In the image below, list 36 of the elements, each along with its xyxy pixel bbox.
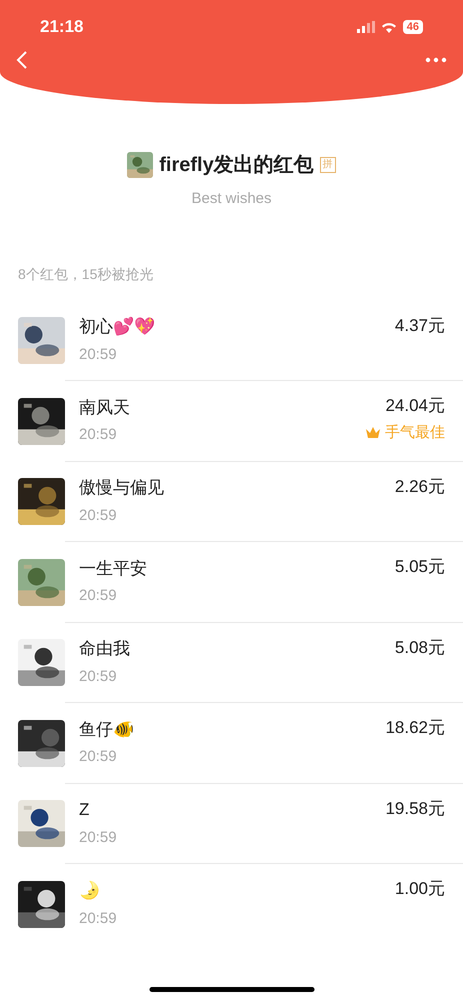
packet-title: firefly发出的红包 xyxy=(159,153,314,178)
user-name: 南风天 xyxy=(79,396,131,419)
user-name: 一生平安 xyxy=(79,558,148,580)
user-name: 🌛 xyxy=(79,880,101,902)
packet-subtitle: Best wishes xyxy=(191,189,272,209)
status-time: 21:18 xyxy=(40,16,84,38)
amount: 18.62元 xyxy=(385,717,445,739)
back-icon[interactable] xyxy=(16,50,28,70)
battery-indicator: 46 xyxy=(402,20,423,34)
user-name: 命由我 xyxy=(79,638,131,660)
amount: 2.26元 xyxy=(394,476,445,498)
more-icon[interactable] xyxy=(425,57,447,63)
grab-time: 20:59 xyxy=(79,666,118,687)
grab-time: 20:59 xyxy=(79,908,118,929)
summary-text: 8个红包，15秒被抢光 xyxy=(18,266,154,282)
group-tag: 拼 xyxy=(320,157,336,173)
crown-icon xyxy=(365,426,381,440)
amount: 24.04元 xyxy=(385,395,445,417)
user-name: 鱼仔🐠 xyxy=(79,718,135,741)
user-name: 傲慢与偏见 xyxy=(79,477,165,500)
grab-time: 20:59 xyxy=(79,828,118,848)
grab-time: 20:59 xyxy=(79,586,118,606)
amount: 5.08元 xyxy=(394,636,445,658)
user-name: 初心💕💖 xyxy=(79,316,156,338)
wifi-icon xyxy=(380,21,397,33)
grab-time: 20:59 xyxy=(79,747,118,768)
grab-time: 20:59 xyxy=(79,506,118,526)
amount: 4.37元 xyxy=(394,314,445,336)
amount: 19.58元 xyxy=(385,798,445,820)
grab-time: 20:59 xyxy=(79,344,118,365)
best-luck-label: 手气最佳 xyxy=(385,422,445,442)
grab-time: 20:59 xyxy=(79,425,118,446)
amount: 1.00元 xyxy=(394,878,445,900)
signal-icon xyxy=(356,21,375,33)
user-name: Z xyxy=(79,799,90,822)
amount: 5.05元 xyxy=(394,556,445,578)
